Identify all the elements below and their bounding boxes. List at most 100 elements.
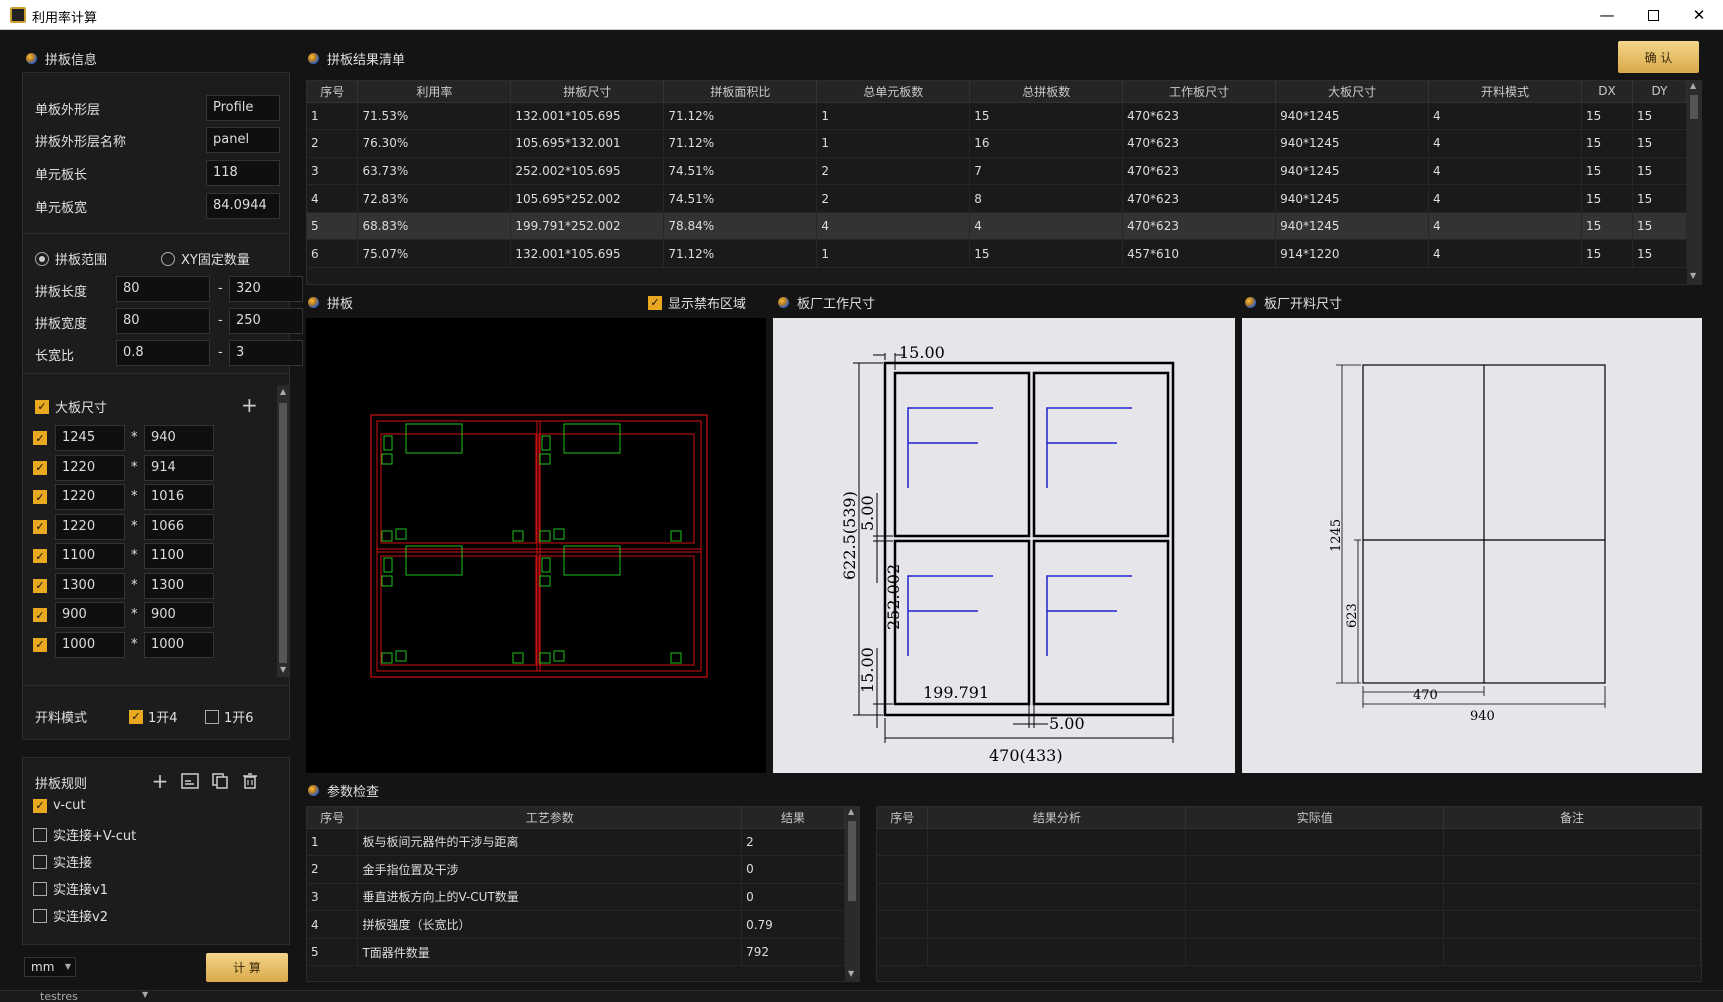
results-column-header[interactable]: 总单元板数 — [816, 81, 971, 103]
results-row[interactable]: 5 68.83% 199.791*252.002 78.84% 4 4 470*623 940… — [307, 212, 1688, 241]
panel-length-max-input[interactable]: 320 — [229, 276, 303, 302]
results-column-header[interactable]: DY — [1632, 81, 1688, 103]
big-size-width-input[interactable]: 914 — [144, 454, 214, 481]
rule-checkbox[interactable]: 实连接v2 — [33, 906, 108, 925]
big-size-length-input[interactable]: 1220 — [55, 484, 125, 510]
params-row[interactable]: 5 T面器件数量 792 — [307, 938, 845, 967]
aspect-max-input[interactable]: 3 — [229, 340, 303, 366]
panel-preview-canvas[interactable] — [306, 318, 766, 773]
results-row[interactable]: 4 72.83% 105.695*252.002 74.51% 2 8 470*623 940… — [307, 184, 1688, 213]
calculate-button[interactable]: 计 算 — [206, 953, 288, 982]
big-size-scrollbar[interactable]: ▲ ▼ — [277, 385, 289, 677]
big-size-length-input[interactable]: 1000 — [55, 631, 125, 658]
cut-size-canvas[interactable]: 1245 623 470 940 — [1242, 318, 1702, 773]
big-size-length-input[interactable]: 900 — [55, 602, 125, 628]
params-column-header[interactable]: 序号 — [307, 807, 359, 829]
analysis-column-header[interactable]: 备注 — [1443, 807, 1701, 829]
results-scrollbar[interactable]: ▲ ▼ — [1687, 81, 1701, 284]
copy-rule-icon[interactable] — [211, 772, 229, 790]
cut-mode-6-checkbox[interactable]: 1开6 — [205, 707, 254, 726]
big-size-width-input[interactable]: 1000 — [144, 631, 214, 658]
big-size-checkbox[interactable]: ✓ — [33, 549, 47, 563]
dim-unit-w-text: 199.791 — [923, 683, 989, 702]
radio-range[interactable]: 拼板范围 — [35, 249, 107, 268]
panel-length-min-input[interactable]: 80 — [116, 276, 210, 302]
results-cell: 71.12% — [663, 239, 818, 269]
work-size-canvas[interactable]: 15.00 622.5(539) 5.00 252.002 15.00 199.… — [773, 318, 1235, 773]
panel-layer-name-input[interactable]: panel — [206, 127, 280, 153]
params-row[interactable]: 4 拼板强度（长宽比） 0.79 — [307, 910, 845, 939]
big-size-length-input[interactable]: 1100 — [55, 543, 125, 569]
params-table-container: 序号 工艺参数 结果 1 板与板间元器件的干涉与距离 2 2 金手指位置及干涉 0 3 垂直进板方… — [306, 806, 860, 982]
add-size-icon[interactable]: + — [241, 393, 258, 417]
results-row[interactable]: 1 71.53% 132.001*105.695 71.12% 1 15 470*623 94… — [307, 102, 1688, 131]
big-size-width-input[interactable]: 1066 — [144, 513, 214, 540]
results-column-header[interactable]: 总拼板数 — [969, 81, 1124, 103]
show-forbidden-checkbox[interactable]: ✓ 显示禁布区域 — [648, 293, 746, 312]
panel-width-min-input[interactable]: 80 — [116, 308, 210, 334]
big-size-checkbox[interactable]: ✓ — [33, 490, 47, 504]
big-size-checkbox[interactable]: ✓ — [33, 608, 47, 622]
results-row[interactable]: 6 75.07% 132.001*105.695 71.12% 1 15 457*610 91… — [307, 239, 1688, 269]
edit-rule-icon[interactable] — [181, 772, 199, 790]
params-row[interactable]: 3 垂直进板方向上的V-CUT数量 0 — [307, 883, 845, 912]
rule-checkbox[interactable]: 实连接v1 — [33, 879, 108, 898]
add-rule-icon[interactable]: + — [151, 769, 169, 793]
params-row[interactable]: 1 板与板间元器件的干涉与距离 2 — [307, 828, 845, 857]
times-sign: * — [131, 459, 138, 475]
results-column-header[interactable]: DX — [1581, 81, 1633, 103]
results-column-header[interactable]: 开料模式 — [1428, 81, 1582, 103]
results-row[interactable]: 2 76.30% 105.695*132.001 71.12% 1 16 470*623 94… — [307, 129, 1688, 158]
results-column-header[interactable]: 拼板面积比 — [663, 81, 818, 103]
params-column-header[interactable]: 工艺参数 — [357, 807, 743, 829]
panel-width-max-input[interactable]: 250 — [229, 308, 303, 334]
analysis-cell — [877, 883, 929, 912]
profile-layer-input[interactable]: Profile — [206, 95, 280, 121]
big-size-width-input[interactable]: 940 — [144, 425, 214, 451]
big-size-checkbox[interactable]: ✓ — [33, 578, 47, 593]
section-dot-icon — [1245, 296, 1256, 308]
close-button[interactable]: ✕ — [1676, 0, 1722, 30]
big-size-checkbox[interactable]: ✓ — [33, 431, 47, 445]
big-size-checkbox[interactable]: ✓ — [33, 637, 47, 652]
big-size-length-input[interactable]: 1220 — [55, 454, 125, 481]
big-size-checkbox[interactable]: ✓ — [33, 519, 47, 534]
big-size-length-input[interactable]: 1220 — [55, 513, 125, 540]
results-column-header[interactable]: 序号 — [307, 81, 359, 103]
chevron-down-icon[interactable]: ▼ — [142, 990, 148, 999]
results-column-header[interactable]: 大板尺寸 — [1275, 81, 1430, 103]
aspect-min-input[interactable]: 0.8 — [116, 340, 210, 366]
params-column-header[interactable]: 结果 — [741, 807, 845, 829]
confirm-button[interactable]: 确 认 — [1618, 41, 1699, 73]
minimize-button[interactable]: — — [1584, 0, 1630, 30]
radio-xy-fixed[interactable]: XY固定数量 — [161, 249, 250, 268]
big-size-width-input[interactable]: 1016 — [144, 484, 214, 510]
big-size-header[interactable]: ✓ 大板尺寸 — [35, 397, 107, 416]
results-column-header[interactable]: 拼板尺寸 — [510, 81, 665, 103]
unit-select[interactable]: mm ▼ — [24, 957, 76, 977]
analysis-column-header[interactable]: 结果分析 — [927, 807, 1187, 829]
checkbox-unchecked-icon — [33, 908, 47, 923]
unit-width-input[interactable]: 84.0944 — [206, 193, 280, 219]
big-size-width-input[interactable]: 900 — [144, 602, 214, 628]
results-column-header[interactable]: 利用率 — [357, 81, 512, 103]
big-size-length-input[interactable]: 1300 — [55, 572, 125, 599]
rule-checkbox[interactable]: 实连接 — [33, 852, 92, 871]
times-sign: * — [131, 430, 138, 445]
analysis-column-header[interactable]: 实际值 — [1185, 807, 1445, 829]
big-size-width-input[interactable]: 1300 — [144, 572, 214, 599]
maximize-button[interactable] — [1630, 0, 1676, 30]
rule-checkbox[interactable]: ✓ v-cut — [33, 798, 86, 813]
unit-length-input[interactable]: 118 — [206, 160, 280, 186]
big-size-checkbox[interactable]: ✓ — [33, 460, 47, 475]
results-row[interactable]: 3 63.73% 252.002*105.695 74.51% 2 7 470*623 940… — [307, 157, 1688, 186]
delete-rule-icon[interactable] — [241, 772, 259, 790]
results-column-header[interactable]: 工作板尺寸 — [1122, 81, 1277, 103]
big-size-length-input[interactable]: 1245 — [55, 425, 125, 451]
big-size-width-input[interactable]: 1100 — [144, 543, 214, 569]
cut-mode-4-checkbox[interactable]: ✓ 1开4 — [129, 707, 178, 726]
analysis-column-header[interactable]: 序号 — [877, 807, 929, 829]
params-scrollbar[interactable]: ▲ ▼ — [845, 807, 859, 981]
rule-checkbox[interactable]: 实连接+V-cut — [33, 825, 136, 844]
params-row[interactable]: 2 金手指位置及干涉 0 — [307, 855, 845, 884]
